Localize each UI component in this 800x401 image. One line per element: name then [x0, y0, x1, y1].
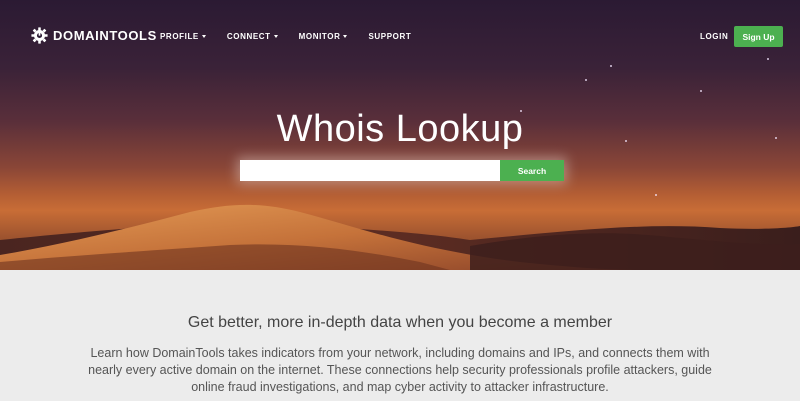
brand-logo[interactable]: DOMAINTOOLS — [31, 27, 157, 44]
chevron-down-icon — [343, 35, 348, 38]
nav-item-connect[interactable]: CONNECT — [227, 32, 278, 41]
nav-item-label: CONNECT — [226, 32, 271, 41]
brand-name: DOMAINTOOLS — [53, 28, 157, 43]
search-button[interactable]: Search — [500, 160, 564, 181]
nav-item-profile[interactable]: PROFILE — [160, 32, 206, 41]
nav-item-label: MONITOR — [298, 32, 341, 41]
hero-banner: DOMAINTOOLS PROFILE CONNECT MONITOR SUPP… — [0, 0, 800, 270]
whois-search-form: Search — [240, 160, 564, 181]
nav-item-monitor[interactable]: MONITOR — [299, 32, 348, 41]
page-title: Whois Lookup — [276, 108, 524, 150]
main-menu: PROFILE CONNECT MONITOR SUPPORT — [160, 32, 432, 41]
membership-heading: Get better, more in-depth data when you … — [187, 314, 613, 331]
nav-item-label: SUPPORT — [368, 32, 412, 41]
chevron-down-icon — [201, 35, 206, 38]
membership-section: Get better, more in-depth data when you … — [0, 270, 800, 401]
domaintools-gear-logo-icon — [31, 27, 48, 44]
domain-search-input[interactable] — [240, 160, 500, 181]
membership-description: Learn how DomainTools takes indicators f… — [88, 346, 712, 394]
nav-item-support[interactable]: SUPPORT — [368, 32, 411, 41]
login-link[interactable]: LOGIN — [700, 32, 728, 41]
nav-item-label: PROFILE — [160, 32, 199, 41]
chevron-down-icon — [273, 35, 278, 38]
top-navigation: DOMAINTOOLS PROFILE CONNECT MONITOR SUPP… — [0, 0, 800, 74]
sign-up-button[interactable]: Sign Up — [734, 26, 783, 47]
